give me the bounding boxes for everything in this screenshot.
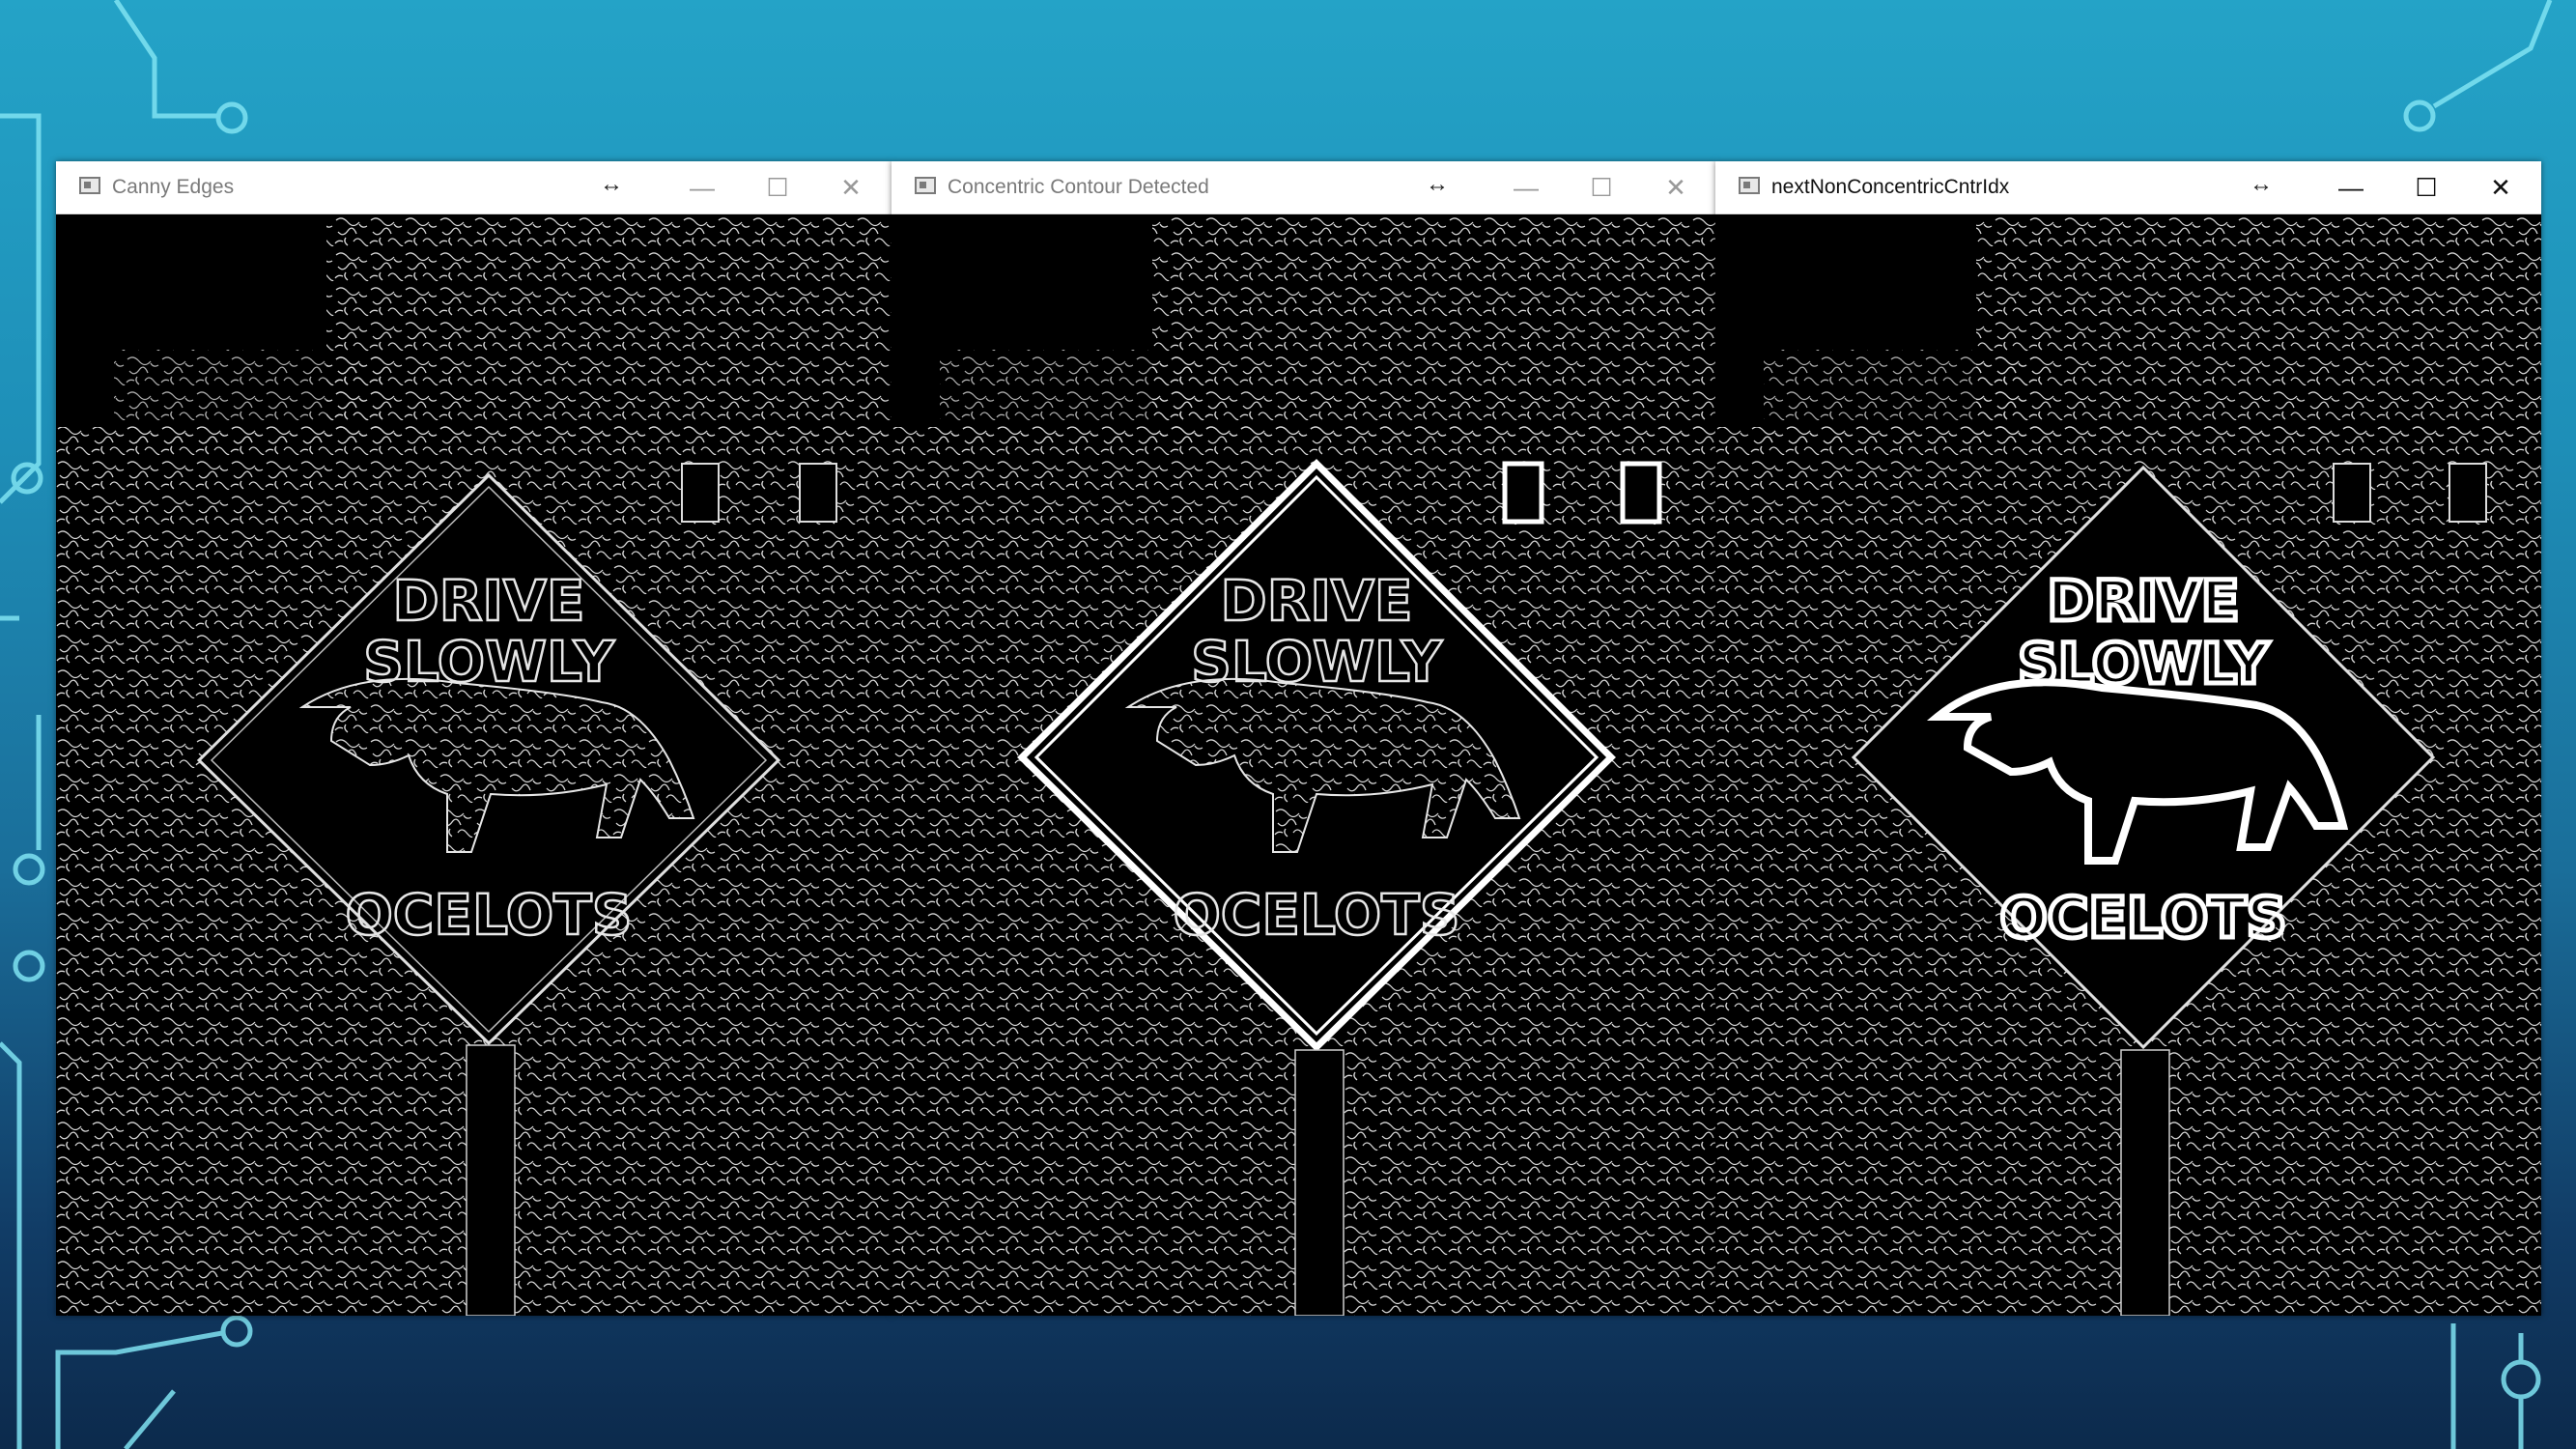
edge-image: DRIVE SLOWLY OCELOTS xyxy=(56,214,892,1316)
window-canny-edges[interactable]: Canny Edges ↔ — ☐ ✕ DRIVE SLOWLY OCELOTS xyxy=(56,161,892,1316)
close-button[interactable]: ✕ xyxy=(2484,171,2517,204)
resize-arrows-icon[interactable]: ↔ xyxy=(2247,171,2276,198)
titlebar[interactable]: Concentric Contour Detected ↔ — ☐ ✕ xyxy=(892,161,1715,214)
sign-text-line2: SLOWLY xyxy=(363,629,615,695)
sign-text-line3: OCELOTS xyxy=(345,882,632,948)
app-window-icon xyxy=(915,177,936,194)
app-window-icon xyxy=(79,177,100,194)
edge-image: DRIVE SLOWLY OCELOTS xyxy=(892,214,1715,1316)
sign-text-line3: OCELOTS xyxy=(1999,885,2286,951)
resize-arrows-icon[interactable]: ↔ xyxy=(597,171,626,198)
window-title: Concentric Contour Detected xyxy=(948,176,1209,198)
maximize-button[interactable]: ☐ xyxy=(2410,171,2443,204)
image-canvas: DRIVE SLOWLY OCELOTS xyxy=(1715,214,2541,1316)
image-canvas: DRIVE SLOWLY OCELOTS xyxy=(56,214,892,1316)
image-canvas: DRIVE SLOWLY OCELOTS xyxy=(892,214,1715,1316)
close-button[interactable]: ✕ xyxy=(1659,171,1692,204)
maximize-button[interactable]: ☐ xyxy=(761,171,794,204)
sign-text-line3: OCELOTS xyxy=(1173,882,1459,948)
window-next-non-concentric[interactable]: nextNonConcentricCntrIdx ↔ — ☐ ✕ DRIVE S… xyxy=(1715,161,2541,1316)
sign-text-line1: DRIVE xyxy=(393,568,585,634)
sign-text-line2: SLOWLY xyxy=(1191,629,1443,695)
minimize-button[interactable]: — xyxy=(1510,171,1543,204)
minimize-button[interactable]: — xyxy=(686,171,719,204)
sign-text-line1: DRIVE xyxy=(1221,568,1413,634)
edge-image: DRIVE SLOWLY OCELOTS xyxy=(1715,214,2541,1316)
window-title: Canny Edges xyxy=(112,176,235,198)
app-window-icon xyxy=(1739,177,1760,194)
close-button[interactable]: ✕ xyxy=(835,171,867,204)
window-title: nextNonConcentricCntrIdx xyxy=(1771,176,2010,198)
minimize-button[interactable]: — xyxy=(2335,171,2367,204)
maximize-button[interactable]: ☐ xyxy=(1585,171,1618,204)
titlebar[interactable]: Canny Edges ↔ — ☐ ✕ xyxy=(56,161,892,214)
titlebar[interactable]: nextNonConcentricCntrIdx ↔ — ☐ ✕ xyxy=(1715,161,2541,214)
resize-arrows-icon[interactable]: ↔ xyxy=(1423,171,1452,198)
sign-text-line2: SLOWLY xyxy=(2018,631,2270,696)
sign-text-line1: DRIVE xyxy=(2048,568,2240,634)
window-concentric-contour[interactable]: Concentric Contour Detected ↔ — ☐ ✕ DRIV… xyxy=(892,161,1715,1316)
